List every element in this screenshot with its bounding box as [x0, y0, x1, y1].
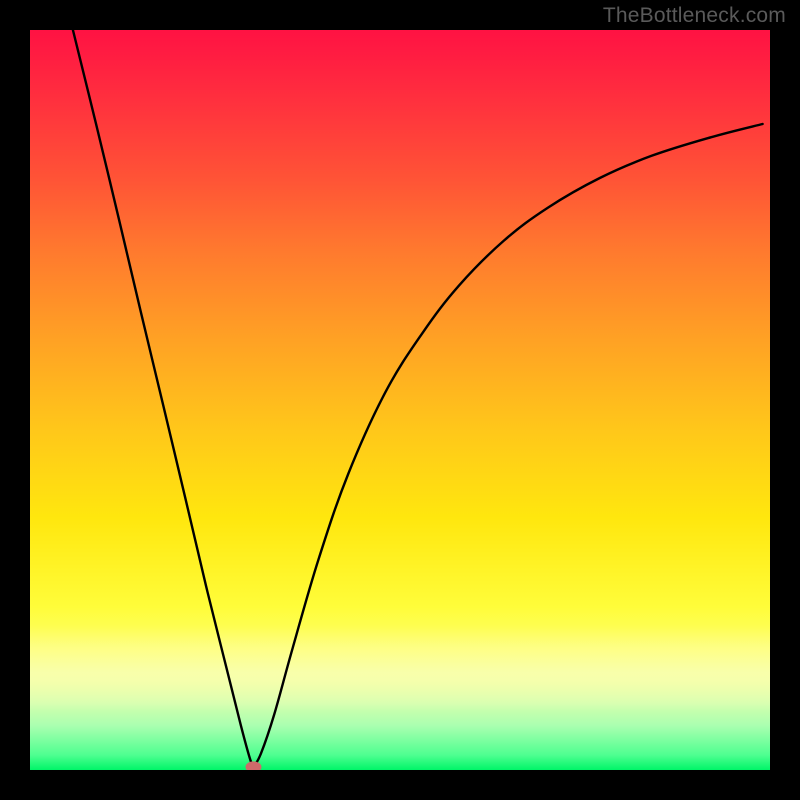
- curve-svg: [30, 30, 770, 770]
- curve-left-branch: [73, 30, 254, 767]
- minimum-marker-icon: [246, 762, 261, 770]
- plot-area: [30, 30, 770, 770]
- curve-right-branch: [253, 124, 762, 767]
- chart-frame: TheBottleneck.com: [0, 0, 800, 800]
- watermark-text: TheBottleneck.com: [603, 4, 786, 28]
